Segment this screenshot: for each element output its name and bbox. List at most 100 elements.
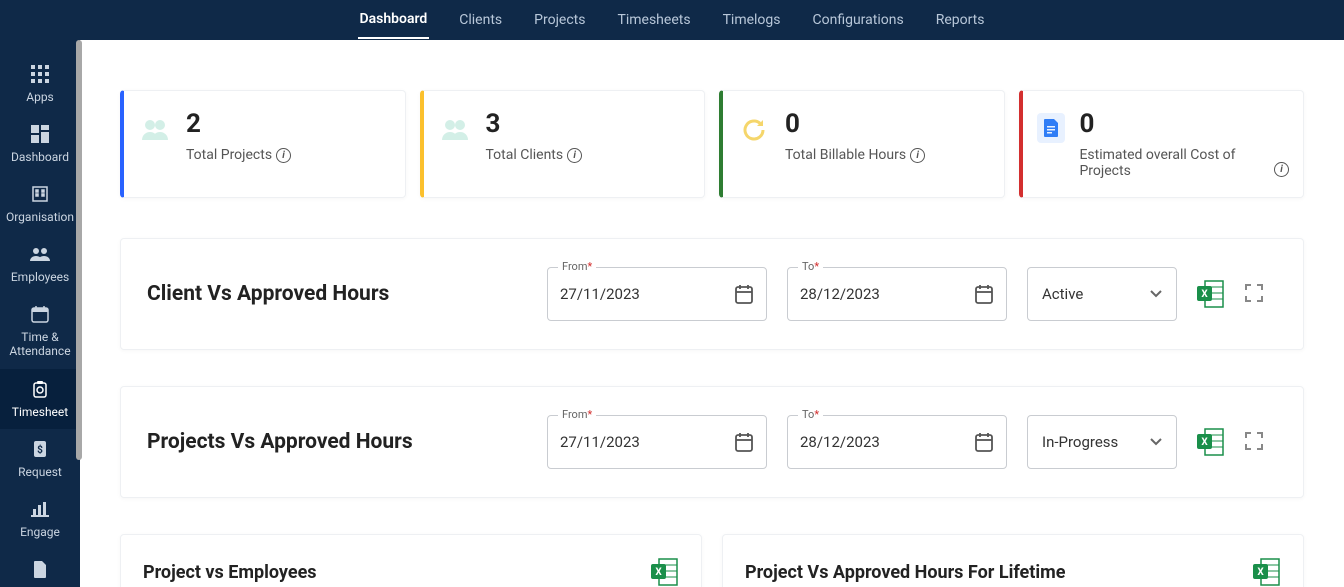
nav-timelogs[interactable]: Timelogs xyxy=(721,2,783,38)
sidebar-item-request[interactable]: $ Request xyxy=(0,429,80,489)
to-date-input[interactable]: To* 28/12/2023 xyxy=(787,415,1007,469)
chevron-down-icon xyxy=(1150,290,1162,298)
sidebar-item-label: Apps xyxy=(26,90,54,104)
stat-cards-row: 2 Total Projects 3 Total Clients 0 xyxy=(120,90,1304,198)
stat-label: Total Billable Hours xyxy=(785,147,906,163)
field-label: To xyxy=(802,260,814,273)
from-date-input[interactable]: From* 27/11/2023 xyxy=(547,415,767,469)
sidebar-item-apps[interactable]: Apps xyxy=(0,54,80,114)
svg-text:X: X xyxy=(1257,567,1264,578)
building-icon xyxy=(28,182,52,206)
chevron-down-icon xyxy=(1150,438,1162,446)
sidebar: Apps Dashboard Organisation Employees Ti… xyxy=(0,40,80,587)
from-date-input[interactable]: From* 27/11/2023 xyxy=(547,267,767,321)
field-label: From xyxy=(562,260,587,273)
field-label: To xyxy=(802,408,814,421)
timesheet-icon xyxy=(28,377,52,401)
refresh-icon xyxy=(737,113,771,147)
status-select[interactable]: In-Progress xyxy=(1027,415,1177,469)
panel-title: Project vs Employees xyxy=(143,562,317,583)
date-value: 27/11/2023 xyxy=(560,433,640,451)
nav-timesheets[interactable]: Timesheets xyxy=(616,2,693,38)
nav-configurations[interactable]: Configurations xyxy=(811,2,906,38)
sidebar-item-engage[interactable]: Engage xyxy=(0,489,80,549)
sidebar-item-timesheet[interactable]: Timesheet xyxy=(0,369,80,429)
info-icon[interactable] xyxy=(910,148,925,163)
nav-reports[interactable]: Reports xyxy=(934,2,987,38)
select-value: Active xyxy=(1042,285,1083,303)
panel-project-vs-approved-lifetime: Project Vs Approved Hours For Lifetime X xyxy=(722,534,1304,587)
sidebar-item-organisation[interactable]: Organisation xyxy=(0,174,80,234)
sidebar-item-label: Engage xyxy=(20,525,60,539)
export-excel-icon[interactable]: X xyxy=(651,557,679,587)
request-icon: $ xyxy=(28,437,52,461)
dashboard-icon xyxy=(28,122,52,146)
required-mark: * xyxy=(587,408,592,421)
date-value: 28/12/2023 xyxy=(800,433,880,451)
panel-title: Project Vs Approved Hours For Lifetime xyxy=(745,562,1065,583)
people-icon xyxy=(28,242,52,266)
panel-title: Client Vs Approved Hours xyxy=(147,282,527,306)
export-excel-icon[interactable]: X xyxy=(1197,427,1225,457)
calendar-icon[interactable] xyxy=(734,283,754,305)
stat-value: 0 xyxy=(785,109,925,139)
document-icon xyxy=(1037,113,1066,143)
stat-label: Total Projects xyxy=(186,147,272,163)
people-group-icon xyxy=(438,113,472,147)
chart-icon xyxy=(28,497,52,521)
main-content: 2 Total Projects 3 Total Clients 0 xyxy=(80,40,1344,587)
calendar-icon[interactable] xyxy=(974,431,994,453)
panel-client-vs-approved: Client Vs Approved Hours From* 27/11/202… xyxy=(120,238,1304,350)
sidebar-item-label: Timesheet xyxy=(12,405,68,419)
svg-text:X: X xyxy=(1201,289,1208,300)
status-select[interactable]: Active xyxy=(1027,267,1177,321)
export-excel-icon[interactable]: X xyxy=(1197,279,1225,309)
calendar-icon[interactable] xyxy=(734,431,754,453)
card-estimated-cost: 0 Estimated overall Cost of Projects xyxy=(1019,90,1305,198)
sidebar-scrollbar[interactable] xyxy=(76,40,82,460)
required-mark: * xyxy=(814,408,819,421)
field-label: From xyxy=(562,408,587,421)
sidebar-item-label: Organisation xyxy=(6,210,74,224)
stat-label: Estimated overall Cost of Projects xyxy=(1079,147,1283,179)
select-value: In-Progress xyxy=(1042,433,1118,451)
panel-projects-vs-approved: Projects Vs Approved Hours From* 27/11/2… xyxy=(120,386,1304,498)
info-icon[interactable] xyxy=(276,148,291,163)
expand-icon[interactable] xyxy=(1245,284,1265,304)
stat-value: 0 xyxy=(1079,109,1283,139)
document-icon xyxy=(28,557,52,581)
info-icon[interactable] xyxy=(567,148,582,163)
svg-text:X: X xyxy=(1201,437,1208,448)
top-nav: Dashboard Clients Projects Timesheets Ti… xyxy=(0,0,1344,40)
expand-icon[interactable] xyxy=(1245,432,1265,452)
info-icon[interactable] xyxy=(1274,162,1289,177)
required-mark: * xyxy=(587,260,592,273)
bottom-panels-row: Project vs Employees X Project Vs Approv… xyxy=(120,534,1304,587)
people-group-icon xyxy=(138,113,172,147)
sidebar-item-label: Dashboard xyxy=(11,150,69,164)
sidebar-item-employees[interactable]: Employees xyxy=(0,234,80,294)
date-value: 27/11/2023 xyxy=(560,285,640,303)
calendar-icon[interactable] xyxy=(974,283,994,305)
sidebar-item-label: Request xyxy=(18,465,62,479)
stat-value: 2 xyxy=(186,109,291,139)
required-mark: * xyxy=(814,260,819,273)
sidebar-item-time-attendance[interactable]: Time & Attendance xyxy=(0,294,80,369)
svg-text:$: $ xyxy=(37,443,43,456)
apps-icon xyxy=(28,62,52,86)
nav-dashboard[interactable]: Dashboard xyxy=(358,1,430,39)
card-total-clients: 3 Total Clients xyxy=(420,90,706,198)
to-date-input[interactable]: To* 28/12/2023 xyxy=(787,267,1007,321)
date-value: 28/12/2023 xyxy=(800,285,880,303)
sidebar-item-dashboard[interactable]: Dashboard xyxy=(0,114,80,174)
nav-clients[interactable]: Clients xyxy=(457,2,504,38)
sidebar-item-label: Employees xyxy=(11,270,69,284)
stat-value: 3 xyxy=(486,109,583,139)
export-excel-icon[interactable]: X xyxy=(1253,557,1281,587)
svg-text:X: X xyxy=(655,567,662,578)
nav-projects[interactable]: Projects xyxy=(532,2,587,38)
sidebar-item-more[interactable] xyxy=(0,549,80,587)
card-billable-hours: 0 Total Billable Hours xyxy=(719,90,1005,198)
stat-label: Total Clients xyxy=(486,147,564,163)
sidebar-item-label: Time & Attendance xyxy=(0,330,80,359)
